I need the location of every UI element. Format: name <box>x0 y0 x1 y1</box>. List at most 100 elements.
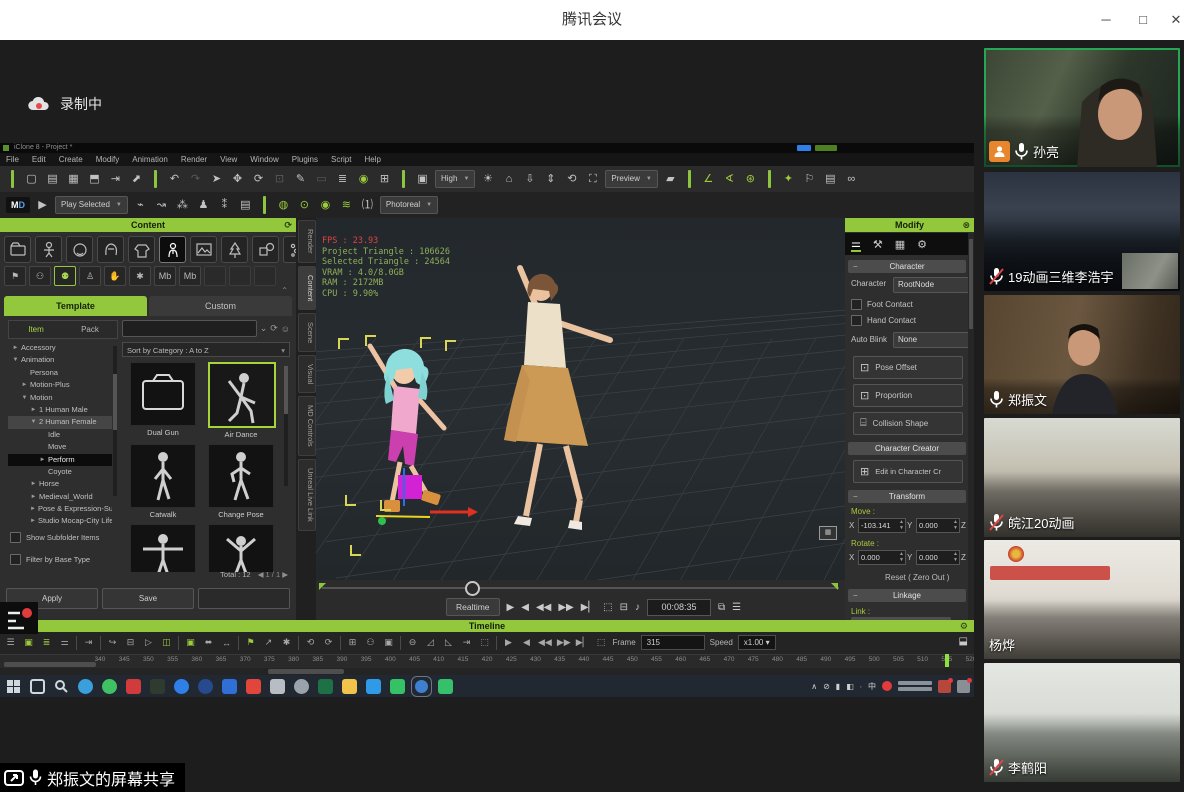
menu-modify[interactable]: Modify <box>96 155 120 164</box>
tree-item-coyote[interactable]: Coyote <box>8 466 112 478</box>
side-tab-render[interactable]: Render <box>298 220 316 263</box>
save-icon[interactable]: ▦ <box>65 171 82 188</box>
camera-view-toggle[interactable]: ▦ <box>819 526 837 540</box>
list-button[interactable]: ☰ <box>732 602 741 613</box>
side-tab-content[interactable]: Content <box>298 266 316 310</box>
timeline-tool-icon[interactable]: ≣ <box>40 637 53 648</box>
participant-tile-1[interactable]: 孙亮 <box>984 48 1180 167</box>
refresh-view-icon[interactable]: ⟲ <box>563 171 580 188</box>
timeline-tool-icon[interactable]: ⇥ <box>460 637 473 648</box>
light-icon[interactable]: ☀ <box>479 171 496 188</box>
timeline-header[interactable]: Timeline ⚙ <box>0 620 974 632</box>
timeline-camera-icon[interactable]: ⬓ <box>959 636 968 647</box>
clipboard-icon[interactable]: ▤ <box>822 171 839 188</box>
mocap-icon[interactable]: ⌁ <box>132 197 149 214</box>
timeline-tool-icon[interactable]: ▣ <box>22 637 35 648</box>
timeline-tool-icon[interactable]: ⚑ <box>244 637 257 648</box>
timeline-tool-icon[interactable]: ▣ <box>184 637 197 648</box>
app-lightblue-icon[interactable] <box>366 679 381 694</box>
timeline-gear-icon[interactable]: ⚙ <box>960 620 968 632</box>
undo-icon[interactable]: ↶ <box>166 171 183 188</box>
content-filter-icon[interactable]: ✋ <box>104 266 126 286</box>
timeline-tool-icon[interactable]: ⟳ <box>322 637 335 648</box>
filter-base-type-checkbox[interactable] <box>10 554 21 565</box>
sort-dropdown[interactable]: Sort by Category : A to Z ▾ <box>122 342 290 357</box>
menu-animation[interactable]: Animation <box>132 155 168 164</box>
menu-help[interactable]: Help <box>364 155 380 164</box>
tab-item[interactable]: Item <box>9 321 63 338</box>
menu-create[interactable]: Create <box>59 155 83 164</box>
content-item-dual-gun[interactable]: Dual Gun <box>130 362 196 440</box>
timeline-tool-icon[interactable]: ⚌ <box>58 637 71 648</box>
timeline-tool-icon[interactable]: ☰ <box>4 637 17 648</box>
wechat-icon[interactable] <box>390 679 405 694</box>
timeline-tool-icon[interactable]: ↔ <box>220 638 233 648</box>
panel-close-icon[interactable]: ⊗ <box>962 218 970 232</box>
tree-item-2-human-female[interactable]: ▼2 Human Female <box>8 416 112 428</box>
tree-item-accessory[interactable]: ►Accessory <box>8 342 112 354</box>
timeline-playhead[interactable] <box>945 654 949 667</box>
tray-alert-icon[interactable] <box>882 681 892 691</box>
timeline-scrollbar[interactable] <box>268 669 344 674</box>
target-icon[interactable]: ◉ <box>317 197 334 214</box>
camera-icon[interactable]: ▰ <box>662 171 679 188</box>
pose-offset-button[interactable]: ⊡ Pose Offset <box>853 356 963 379</box>
play_selected-dropdown[interactable]: Play Selected▼ <box>55 196 128 214</box>
tree-item-1-human-male[interactable]: ►1 Human Male <box>8 404 112 416</box>
content-search-input[interactable] <box>122 320 257 337</box>
spark-icon[interactable]: ✦ <box>780 171 797 188</box>
wps-icon[interactable] <box>246 679 261 694</box>
menu-window[interactable]: Window <box>250 155 278 164</box>
hand-contact-checkbox[interactable] <box>851 315 862 326</box>
export-icon[interactable]: ⇥ <box>107 171 124 188</box>
brush-icon[interactable]: ✎ <box>292 171 309 188</box>
tree-expand-icon[interactable]: ► <box>12 342 19 354</box>
menu-file[interactable]: File <box>6 155 19 164</box>
message-icon[interactable] <box>957 680 970 693</box>
rotate-icon[interactable]: ⟳ <box>250 171 267 188</box>
actor-icon[interactable] <box>35 236 62 263</box>
doc-icon[interactable] <box>270 679 285 694</box>
prev-frame-button[interactable]: ◀ <box>521 602 529 613</box>
timeline-tool-icon[interactable]: ▶▏ <box>576 637 590 648</box>
link-icon[interactable]: ∞ <box>843 171 860 188</box>
timecode-display[interactable]: 00:08:35 <box>647 599 711 616</box>
visibility-icon[interactable]: ◉ <box>355 171 372 188</box>
play-circle-icon[interactable]: ▶ <box>34 197 51 214</box>
vehicle-icon[interactable]: ⊛ <box>742 171 759 188</box>
smart-gallery-icon[interactable]: ☺ <box>281 324 290 334</box>
open-icon[interactable]: ▤ <box>44 171 61 188</box>
app-blue-icon[interactable] <box>222 679 237 694</box>
tray-icon[interactable]: 中 <box>868 681 876 692</box>
board-icon[interactable]: ▤ <box>237 197 254 214</box>
timeline-tool-icon[interactable]: ▣ <box>382 637 395 648</box>
tree-icon[interactable] <box>221 236 248 263</box>
folder-icon[interactable] <box>342 679 357 694</box>
scale-icon[interactable]: ⊡ <box>271 171 288 188</box>
folder-icon[interactable] <box>4 236 31 263</box>
add-icon[interactable]: ⊞ <box>376 171 393 188</box>
tab-custom[interactable]: Custom <box>149 296 292 316</box>
tree-scrollbar[interactable] <box>113 346 117 496</box>
timeline-tool-icon[interactable]: ⇥ <box>82 637 95 648</box>
audio-button[interactable]: ♪ <box>635 602 640 613</box>
timeline-tool-icon[interactable]: ▶ <box>502 637 515 648</box>
content-item-air-dance[interactable]: Air Dance <box>208 362 274 440</box>
pose-icon[interactable]: ♟ <box>195 197 212 214</box>
tree-item-motion-plus[interactable]: ►Motion-Plus <box>8 379 112 391</box>
rotate-x-input[interactable]: 0.000▲▼ <box>858 550 906 565</box>
rotate-y-input[interactable]: 0.000▲▼ <box>916 550 960 565</box>
head-icon[interactable] <box>66 236 93 263</box>
layers-icon[interactable]: ≣ <box>334 171 351 188</box>
content-filter-icon[interactable]: ⚉ <box>54 266 76 286</box>
zoom-icon[interactable]: ⊙ <box>296 197 313 214</box>
play-button[interactable]: ▶ <box>507 602 515 613</box>
timeline-tool-icon[interactable]: ◿ <box>424 637 437 648</box>
timeline-tool-icon[interactable]: ⬚ <box>478 637 491 648</box>
tray-icon[interactable]: ∙ <box>860 682 862 691</box>
menu-edit[interactable]: Edit <box>32 155 46 164</box>
section-character[interactable]: −Character <box>848 260 966 273</box>
tree-item-idle[interactable]: Idle <box>8 429 112 441</box>
tab-modify-material[interactable]: ▦ <box>895 238 905 251</box>
save-button[interactable]: Save <box>102 588 194 609</box>
